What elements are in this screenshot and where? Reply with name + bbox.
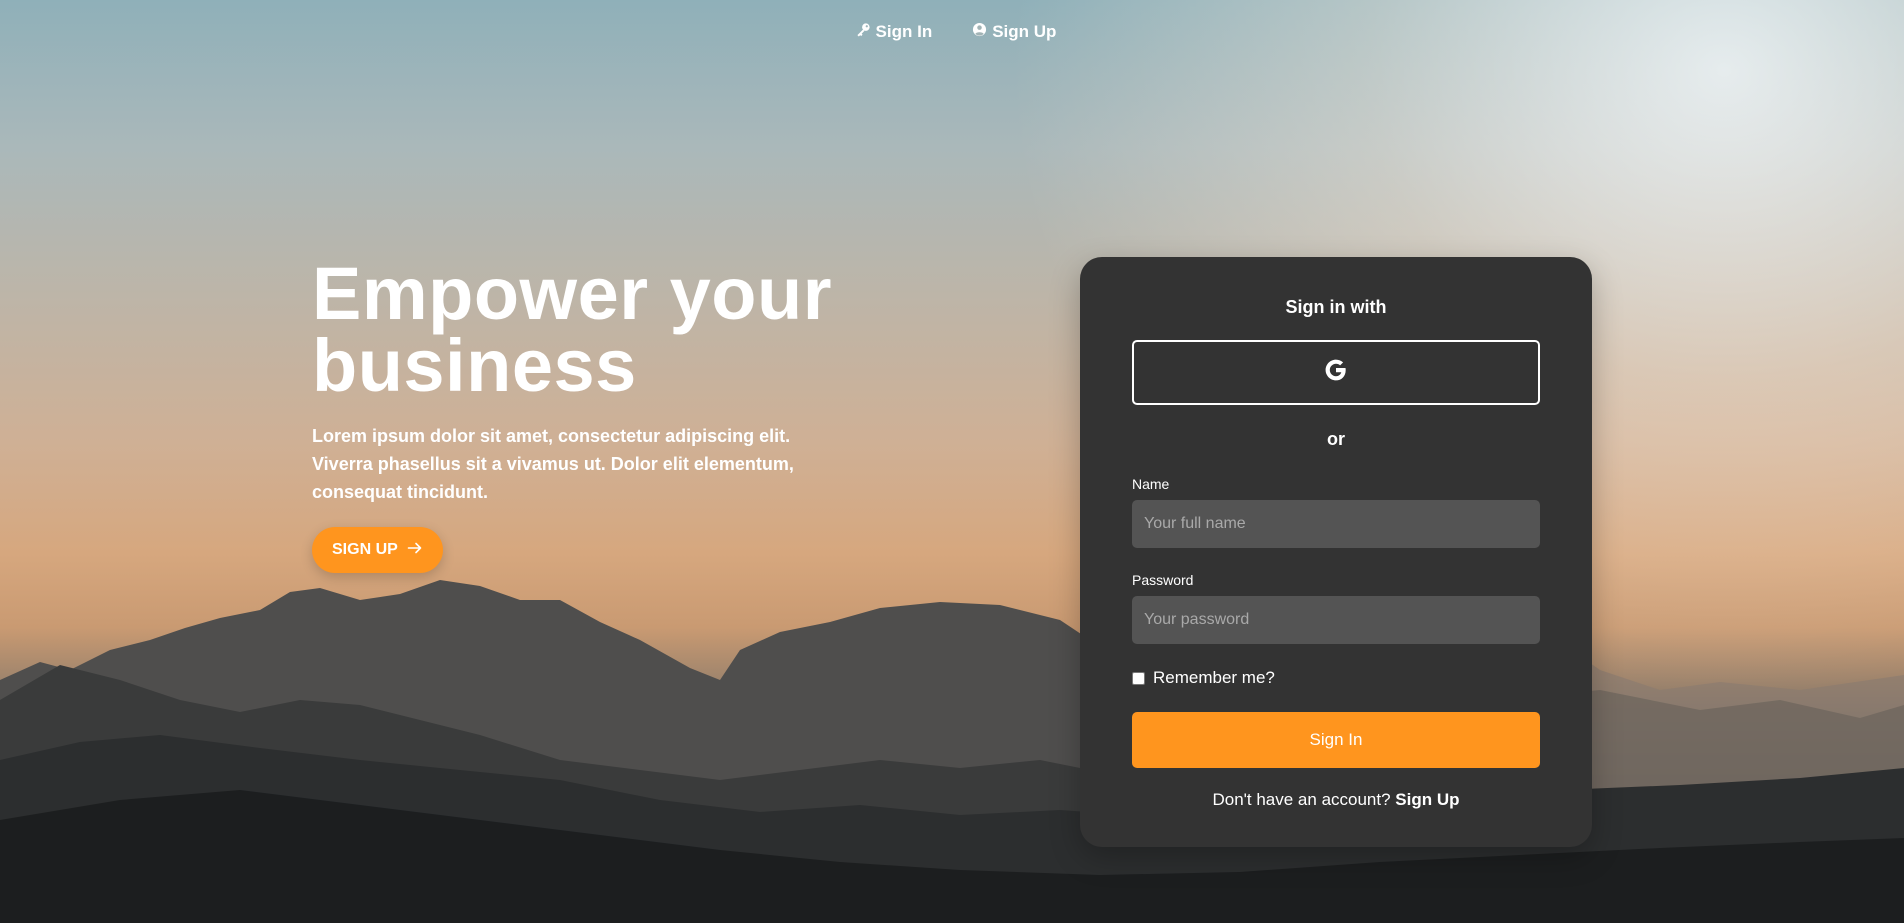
key-icon [856, 22, 871, 42]
name-label: Name [1132, 476, 1170, 492]
remember-checkbox[interactable] [1132, 671, 1145, 685]
top-nav: Sign In Sign Up [0, 22, 1904, 42]
name-input[interactable] [1132, 500, 1540, 548]
password-label: Password [1132, 572, 1194, 588]
signup-link[interactable]: Sign Up [1395, 790, 1459, 809]
hero-title-line2: business [312, 324, 637, 407]
nav-signin-label: Sign In [875, 22, 933, 41]
remember-row: Remember me? [1132, 668, 1540, 688]
password-input[interactable] [1132, 596, 1540, 644]
google-signin-button[interactable] [1132, 340, 1540, 405]
signin-card-title: Sign in with [1285, 297, 1387, 317]
signin-submit-button[interactable]: Sign In [1132, 712, 1540, 768]
signup-prompt-text: Don't have an account? [1212, 790, 1391, 809]
google-icon [1323, 357, 1349, 388]
arrow-right-icon [407, 540, 423, 561]
user-circle-icon [972, 22, 987, 42]
signup-prompt: Don't have an account? Sign Up [1132, 790, 1540, 810]
signin-card: Sign in with or Name Password Remember m… [1080, 257, 1592, 847]
nav-signup-label: Sign Up [992, 22, 1057, 41]
page: Sign In Sign Up Empower your business Lo… [0, 0, 1904, 923]
hero-description: Lorem ipsum dolor sit amet, consectetur … [312, 426, 794, 502]
hero-signup-label: SIGN UP [332, 541, 398, 558]
hero-title: Empower your business [312, 257, 852, 403]
mountain-background [0, 580, 1904, 923]
hero-section: Empower your business Lorem ipsum dolor … [312, 257, 852, 573]
or-separator: or [1327, 429, 1345, 449]
nav-signup-link[interactable]: Sign Up [972, 22, 1056, 42]
nav-signin-link[interactable]: Sign In [856, 22, 933, 42]
hero-title-line1: Empower your [312, 252, 832, 335]
hero-signup-button[interactable]: SIGN UP [312, 527, 443, 573]
remember-label: Remember me? [1153, 668, 1275, 687]
